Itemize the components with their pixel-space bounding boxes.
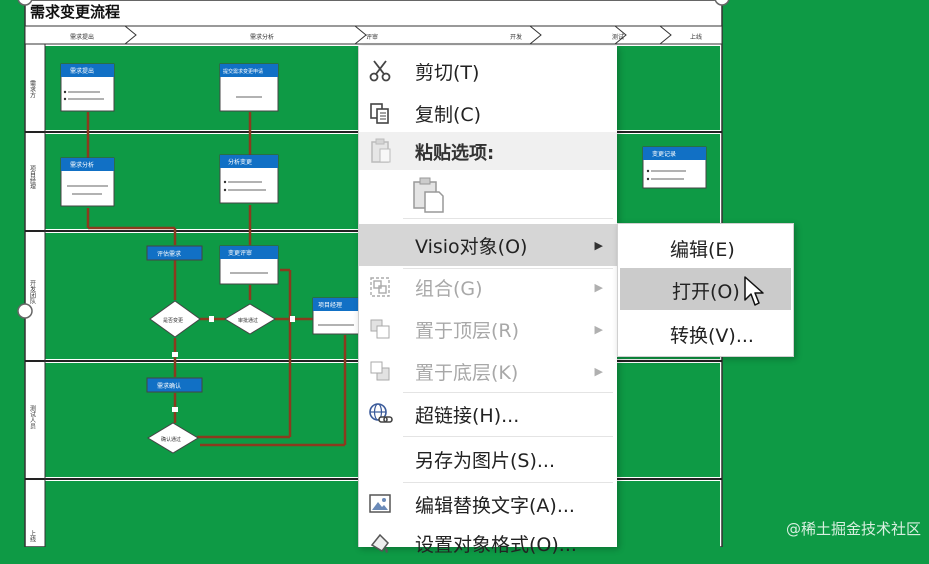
menu-item-copy[interactable]: 复制(C) (359, 92, 617, 134)
hyperlink-icon (367, 401, 393, 427)
process-node[interactable]: 需求提出 (60, 63, 115, 112)
send-to-back-icon (367, 358, 393, 384)
context-menu: 剪切(T) 复制(C) 粘贴选项: Visio对象(O) ▶ 组合(G) ▶ 置… (358, 46, 617, 556)
svg-text:需求分析: 需求分析 (70, 161, 94, 169)
process-node[interactable]: 提交需求变更申请 (219, 63, 279, 112)
phase-label: 需求分析 (250, 33, 274, 41)
process-node[interactable]: 分析变更 (219, 154, 279, 204)
lane-label: 上线 (29, 529, 36, 542)
group-icon (367, 274, 393, 300)
svg-text:变更评审: 变更评审 (228, 249, 252, 257)
chevron-right-icon: ▶ (594, 364, 603, 378)
lane-label: 测试人员 (29, 404, 36, 430)
lane-label: 需求方 (29, 80, 36, 99)
menu-item-send-to-back[interactable]: 置于底层(K) ▶ (359, 350, 617, 392)
process-node[interactable]: 变更评审 (219, 245, 279, 285)
phase-label: 测试 (612, 33, 624, 41)
alt-text-icon (367, 491, 393, 517)
svg-text:分析变更: 分析变更 (228, 158, 252, 166)
menu-item-visio-object[interactable]: Visio对象(O) ▶ (359, 224, 617, 266)
chevron-right-icon: ▶ (594, 238, 603, 252)
lane-label: 开发团队 (29, 280, 36, 305)
visio-object-submenu: 编辑(E) 打开(O) 转换(V)... (617, 223, 794, 357)
svg-text:需求提出: 需求提出 (70, 67, 94, 75)
paste-option-button[interactable] (411, 176, 447, 216)
menu-item-save-as-picture[interactable]: 另存为图片(S)... (359, 438, 617, 480)
scissors-icon (367, 58, 393, 84)
svg-text:提交需求变更申请: 提交需求变更申请 (223, 68, 263, 75)
process-node[interactable]: 项目经理 (312, 297, 360, 335)
menu-item-format-object[interactable]: 设置对象格式(O)... (359, 522, 617, 564)
svg-text:是否变更: 是否变更 (163, 317, 183, 324)
chevron-right-icon: ▶ (594, 280, 603, 294)
menu-item-group[interactable]: 组合(G) ▶ (359, 266, 617, 308)
menu-item-cut[interactable]: 剪切(T) (359, 50, 617, 92)
selection-handle (17, 303, 33, 319)
menu-item-bring-to-front[interactable]: 置于顶层(R) ▶ (359, 308, 617, 350)
phase-label: 需求提出 (70, 33, 94, 41)
phase-label: 开发 (510, 33, 522, 41)
mouse-pointer-icon (744, 276, 766, 312)
svg-text:需求确认: 需求确认 (157, 382, 181, 390)
svg-text:确认通过: 确认通过 (161, 436, 181, 443)
process-node[interactable]: 变更记录 (642, 146, 707, 189)
menu-item-hyperlink[interactable]: 超链接(H)... (359, 393, 617, 435)
process-node[interactable]: 需求分析 (60, 157, 115, 207)
phase-label: 评审 (366, 33, 378, 41)
svg-text:审批通过: 审批通过 (238, 317, 258, 324)
process-node[interactable]: 评估需求 (146, 245, 203, 261)
svg-text:项目经理: 项目经理 (318, 301, 342, 309)
lane-label: 项目经理 (29, 165, 36, 189)
copy-icon (367, 100, 393, 126)
phase-label: 上线 (690, 33, 702, 41)
svg-text:变更记录: 变更记录 (652, 150, 676, 158)
paste-options-header: 粘贴选项: (359, 132, 617, 170)
bring-to-front-icon (367, 316, 393, 342)
clipboard-icon (369, 138, 393, 168)
svg-text:评估需求: 评估需求 (157, 250, 181, 258)
menu-item-edit-alt-text[interactable]: 编辑替换文字(A)... (359, 483, 617, 525)
watermark: @稀土掘金技术社区 (785, 520, 921, 538)
submenu-item-edit[interactable]: 编辑(E) (618, 226, 793, 268)
diagram-title: 需求变更流程 (30, 3, 120, 21)
format-object-icon (367, 530, 393, 556)
submenu-item-convert[interactable]: 转换(V)... (618, 312, 793, 354)
process-node[interactable]: 需求确认 (146, 377, 203, 393)
chevron-right-icon: ▶ (594, 322, 603, 336)
paste-icon (411, 177, 445, 218)
